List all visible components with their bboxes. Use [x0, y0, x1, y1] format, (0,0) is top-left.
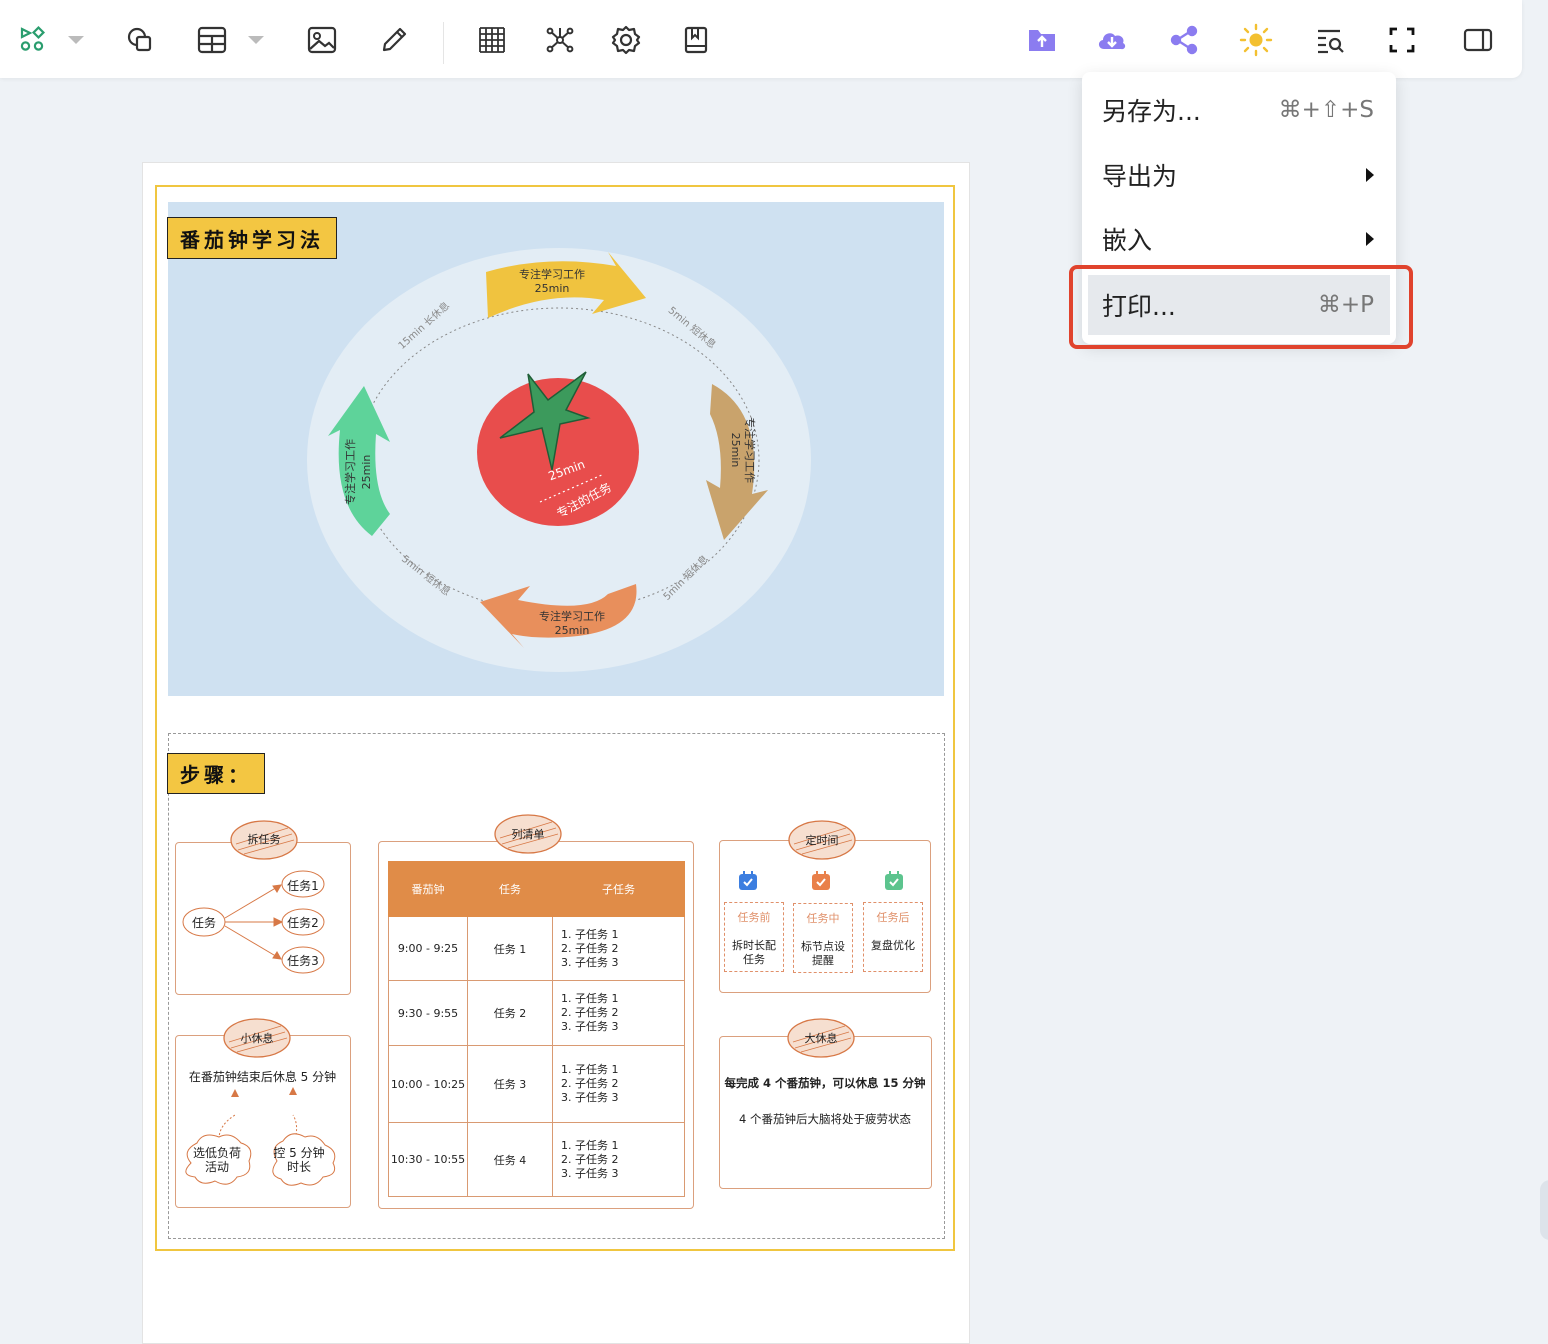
calendar-check-icon — [812, 871, 830, 890]
left-arrow-label-2: 25min — [360, 455, 373, 490]
row-time: 10:30 - 10:55 — [388, 1122, 468, 1197]
toolbar-divider — [443, 22, 444, 64]
cloud-duration: 控 5 分钟 时长 — [273, 1146, 325, 1174]
row-subtasks: 1. 子任务 1 2. 子任务 2 3. 子任务 3 — [552, 916, 685, 981]
stage-desc: 拆时长配 任务 — [732, 939, 776, 966]
split-root: 任务 — [191, 916, 216, 930]
top-arrow-label-1: 专注学习工作 — [519, 267, 585, 281]
short-break-clouds — [185, 1087, 336, 1186]
gear-icon[interactable] — [606, 20, 646, 60]
long-break-text: 4 个番茄钟后大脑将处于疲劳状态 — [739, 1112, 911, 1126]
long-break-badge: 大休息 — [804, 1032, 838, 1045]
right-arrow-label-1: 专注学习工作 — [743, 417, 757, 483]
row-time: 9:00 - 9:25 — [388, 916, 468, 981]
row-time: 10:00 - 10:25 — [388, 1045, 468, 1123]
stage-desc: 复盘优化 — [871, 939, 915, 952]
table-row: 9:00 - 9:25 任务 1 1. 子任务 1 2. 子任务 2 3. 子任务 … — [388, 916, 685, 981]
share-icon[interactable] — [1164, 20, 1204, 60]
row-subtasks: 1. 子任务 1 2. 子任务 2 3. 子任务 3 — [552, 1045, 685, 1123]
row-task: 任务 3 — [467, 1045, 553, 1123]
menu-item-label: 另存为... — [1102, 97, 1201, 126]
chevron-down-icon[interactable] — [56, 20, 96, 60]
calendar-check-icon — [739, 871, 757, 890]
pomodoro-cycle-diagram: 专注学习工作 25min 专注学习工作 25min 专注学习工作 25min 专… — [307, 248, 811, 672]
table-row: 9:30 - 9:55 任务 2 1. 子任务 1 2. 子任务 2 3. 子任务 … — [388, 980, 685, 1046]
split-child-3: 任务3 — [287, 954, 319, 968]
stage-after: 任务后 复盘优化 — [863, 902, 923, 972]
fullscreen-icon[interactable] — [1382, 20, 1422, 60]
row-task: 任务 1 — [467, 916, 553, 981]
long-break-text-bold: 每完成 4 个番茄钟，可以休息 15 分钟 — [724, 1076, 926, 1090]
menu-item-shortcut: ⌘+⇧+S — [1278, 97, 1374, 123]
table-header-pomodoro: 番茄钟 — [388, 861, 468, 917]
cloud-download-icon[interactable] — [1092, 20, 1132, 60]
row-subtasks: 1. 子任务 1 2. 子任务 2 3. 子任务 3 — [552, 980, 685, 1046]
split-child-1: 任务1 — [287, 879, 319, 893]
row-subtasks: 1. 子任务 1 2. 子任务 2 3. 子任务 3 — [552, 1122, 685, 1197]
grid-icon[interactable] — [472, 20, 512, 60]
table-icon[interactable] — [192, 20, 232, 60]
bottom-arrow-label-1: 专注学习工作 — [539, 609, 605, 623]
stage-title: 任务前 — [737, 911, 771, 924]
bottom-arrow-label-2: 25min — [555, 624, 590, 637]
stage-title: 任务后 — [876, 911, 910, 924]
shape-tool-icon[interactable] — [120, 20, 160, 60]
table-row: 10:00 - 10:25 任务 3 1. 子任务 1 2. 子任务 2 3. 子任… — [388, 1045, 685, 1123]
left-arrow-label-1: 专注学习工作 — [343, 439, 357, 505]
stage-before: 任务前 拆时长配 任务 — [724, 902, 784, 972]
table-header-task: 任务 — [467, 861, 553, 917]
stage-desc: 标节点设 提醒 — [801, 940, 845, 967]
menu-item-save-as[interactable]: 另存为... ⌘+⇧+S — [1088, 80, 1390, 140]
image-icon[interactable] — [302, 20, 342, 60]
steps-title: 步骤： — [167, 753, 265, 794]
menu-item-export-as[interactable]: 导出为 — [1088, 145, 1390, 205]
set-time-badge: 定时间 — [805, 834, 839, 847]
book-icon[interactable] — [676, 20, 716, 60]
submenu-arrow-icon — [1366, 168, 1374, 182]
cloud-low-load: 选低负荷 活动 — [192, 1146, 241, 1174]
stage-title: 任务中 — [806, 912, 840, 925]
sun-icon[interactable] — [1236, 20, 1276, 60]
menu-item-embed[interactable]: 嵌入 — [1088, 209, 1390, 269]
print-highlight-box — [1069, 265, 1413, 349]
pen-icon[interactable] — [374, 20, 414, 60]
submenu-arrow-icon — [1366, 232, 1374, 246]
calendar-check-icon — [885, 871, 903, 890]
row-task: 任务 2 — [467, 980, 553, 1046]
row-time: 9:30 - 9:55 — [388, 980, 468, 1046]
chevron-down-icon[interactable] — [236, 20, 276, 60]
table-header-subtask: 子任务 — [552, 861, 685, 917]
shapes-icon[interactable] — [12, 20, 52, 60]
split-child-2: 任务2 — [287, 916, 319, 930]
task-list-table: 番茄钟 任务 子任务 9:00 - 9:25 任务 1 1. 子任务 1 2. 子… — [388, 861, 685, 1197]
menu-item-label: 导出为 — [1102, 162, 1178, 191]
toolbar — [0, 0, 1522, 78]
stage-during: 任务中 标节点设 提醒 — [793, 903, 853, 973]
list-badge: 列清单 — [511, 828, 545, 841]
table-row: 10:30 - 10:55 任务 4 1. 子任务 1 2. 子任务 2 3. 子任… — [388, 1122, 685, 1197]
floating-edge-button[interactable] — [1540, 1180, 1548, 1240]
folder-upload-icon[interactable] — [1022, 20, 1062, 60]
sidebar-toggle-icon[interactable] — [1458, 20, 1498, 60]
diagram-title: 番茄钟学习法 — [167, 217, 337, 259]
row-task: 任务 4 — [467, 1122, 553, 1197]
find-icon[interactable] — [1310, 20, 1350, 60]
menu-item-label: 嵌入 — [1102, 226, 1153, 255]
right-arrow-label-2: 25min — [729, 433, 742, 468]
network-icon[interactable] — [540, 20, 580, 60]
top-arrow-label-2: 25min — [535, 282, 570, 295]
